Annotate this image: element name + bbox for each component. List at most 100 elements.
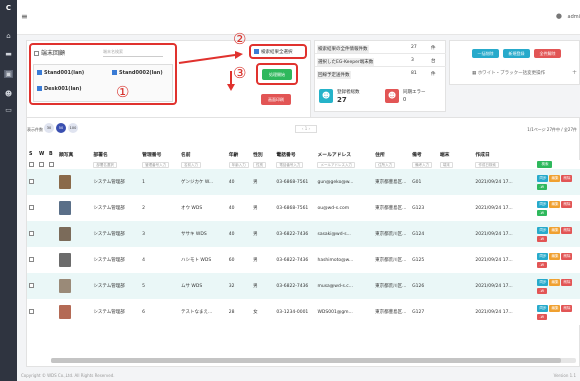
row-checkbox[interactable] [29, 179, 34, 184]
stat-row: 選択したEG-Keeper端末数 3 台 [315, 54, 446, 67]
tel-filter[interactable]: 電話番号入力 [276, 161, 304, 168]
note-cell: G124 [412, 231, 425, 237]
terminal-search-input[interactable]: 端末名検索 [103, 49, 163, 57]
row-checkbox[interactable] [29, 309, 34, 314]
terminal-item[interactable]: Stand0002(lan) [112, 70, 163, 76]
search-button[interactable]: 検索 [537, 161, 553, 168]
table-row[interactable]: システム管理部 3 ササキ WDS 40 男 03-6822-7436 sasaki@wd-… [27, 221, 580, 247]
panel-icon[interactable]: ▣ [4, 70, 13, 78]
edit-button[interactable]: 編集 [549, 226, 561, 234]
user-icon[interactable]: ● [556, 12, 562, 20]
folder-icon[interactable]: ▬ [4, 50, 13, 58]
number-filter[interactable]: 管理番号入力 [142, 161, 170, 168]
terminal-item[interactable]: Stand001(lan) [37, 70, 84, 76]
delete-button[interactable]: 削除 [561, 200, 573, 208]
table-row[interactable]: システム管理部 6 テストなまえ... 28 女 03-1234-0001 WDS001@g… [27, 299, 580, 325]
sync-button[interactable]: 同步 [537, 174, 549, 182]
sync-button[interactable]: 同步 [537, 252, 549, 260]
bulk-delete-button[interactable]: 一括削除 [472, 49, 499, 58]
created-filter[interactable]: 作成日検索 [475, 161, 499, 168]
page-size-100[interactable]: 100 [68, 123, 78, 133]
print-button[interactable]: 画面印刷 [261, 94, 291, 105]
page-size-30[interactable]: 30 [44, 123, 54, 133]
sync-button[interactable]: 同步 [537, 200, 549, 208]
whitelist-label[interactable]: ▦ ホワイト・ブラックー括変更操作 [472, 70, 545, 76]
monitor-icon[interactable]: ▭ [4, 106, 13, 114]
age-filter[interactable]: 年齢入力 [228, 161, 249, 168]
row-checkbox[interactable] [29, 205, 34, 210]
w-badge[interactable]: -W [537, 261, 548, 268]
note-filter[interactable]: 備考入力 [412, 161, 433, 168]
edit-button[interactable]: 編集 [549, 252, 561, 260]
page-info: 1/1ページ 27件中 / 全27件 [527, 127, 577, 132]
row-checkbox[interactable] [29, 231, 34, 236]
apply-box: 処理開始 [256, 63, 298, 85]
mail-cell: sasaki@wd-s... [317, 231, 351, 237]
page-size-50[interactable]: 50 [56, 123, 66, 133]
clear-all-button[interactable]: 全件解除 [534, 49, 561, 58]
top-bar: ≡ ● admi [17, 0, 580, 35]
select-all-box[interactable]: 検索結果全選択 [249, 44, 307, 59]
mail-cell: WDS001@gm... [317, 309, 353, 315]
table-row[interactable]: システム管理部 2 オウ WDS 40 男 03-6868-7561 ou@wd-s.com… [27, 195, 580, 221]
table-row[interactable]: システム管理部 5 ムサ WDS 32 男 03-6822-7436 musa@wd-s.c… [27, 273, 580, 299]
table-row[interactable]: システム管理部 4 ハシモト WDS 60 男 03-6822-7436 hashimoto… [27, 247, 580, 273]
version: Version 1.1 [553, 373, 576, 378]
mail-cell: ou@wd-s.com [317, 205, 350, 211]
terminal-filter[interactable]: 端末 [439, 161, 453, 168]
row-checkbox[interactable] [29, 283, 34, 288]
tel-cell: 03-6822-7436 [276, 283, 309, 289]
created-cell: 2021/09/24 17... [475, 283, 513, 289]
home-icon[interactable]: ⌂ [4, 32, 13, 40]
group-checkbox[interactable] [34, 51, 39, 56]
tel-cell: 03-1234-0001 [276, 309, 309, 315]
new-register-button[interactable]: 新規登録 [503, 49, 530, 58]
delete-button[interactable]: 削除 [561, 278, 573, 286]
edit-button[interactable]: 編集 [549, 200, 561, 208]
note-cell: G125 [412, 257, 425, 263]
row-checkbox[interactable] [29, 257, 34, 262]
pagination[interactable]: ‹ 1 › [295, 125, 317, 133]
dept-filter[interactable]: 部署名選択 [93, 161, 117, 168]
marker-one: ① [116, 83, 130, 101]
address-cell: 東京都荒川区... [375, 258, 407, 263]
sync-button[interactable]: 同步 [537, 278, 549, 286]
sex-cell: 男 [253, 258, 258, 263]
w-badge[interactable]: -W [537, 183, 548, 190]
age-cell: 32 [228, 283, 235, 289]
edit-button[interactable]: 編集 [549, 278, 561, 286]
edit-button[interactable]: 編集 [549, 304, 561, 312]
users-icon[interactable]: ☻ [4, 90, 13, 98]
sex-cell: 男 [253, 180, 258, 185]
edit-button[interactable]: 編集 [549, 174, 561, 182]
delete-button[interactable]: 削除 [561, 304, 573, 312]
menu-icon[interactable]: ≡ [21, 12, 28, 21]
terminal-item[interactable]: Desk001(lan) [37, 86, 82, 92]
sex-filter[interactable]: 性別 [253, 161, 267, 168]
table-row[interactable]: システム管理部 1 ゲンジカケ W... 40 男 03-6868-7561 gun@gek… [27, 169, 580, 195]
add-icon[interactable]: + [572, 69, 577, 76]
w-badge[interactable]: -W [537, 235, 548, 242]
age-cell: 28 [228, 309, 235, 315]
user-photo [58, 253, 71, 267]
mail-filter[interactable]: メールアドレス入力 [317, 161, 355, 168]
apply-button[interactable]: 処理開始 [262, 69, 292, 80]
delete-button[interactable]: 削除 [561, 252, 573, 260]
page-size-label: 表示件数 [27, 127, 43, 132]
number-cell: 3 [142, 231, 146, 237]
horizontal-scrollbar[interactable] [51, 358, 576, 363]
delete-button[interactable]: 削除 [561, 226, 573, 234]
sync-error-icon: ☻ [385, 89, 399, 103]
sync-button[interactable]: 同步 [537, 226, 549, 234]
sync-button[interactable]: 同步 [537, 304, 549, 312]
address-filter[interactable]: 住所入力 [375, 161, 396, 168]
stat-row: 回線予定送件数 81 件 [317, 71, 436, 79]
w-badge[interactable]: -W [537, 287, 548, 294]
name-filter[interactable]: 名前入力 [181, 161, 201, 168]
terminal-group-box: 端末回顧 端末名検索 Stand001(lan) Stand0002(lan) … [29, 43, 177, 105]
scrollbar-thumb[interactable] [51, 358, 561, 363]
w-badge[interactable]: -W [537, 313, 548, 320]
user-photo [58, 305, 71, 319]
delete-button[interactable]: 削除 [561, 174, 573, 182]
w-badge[interactable]: -W [537, 209, 548, 216]
